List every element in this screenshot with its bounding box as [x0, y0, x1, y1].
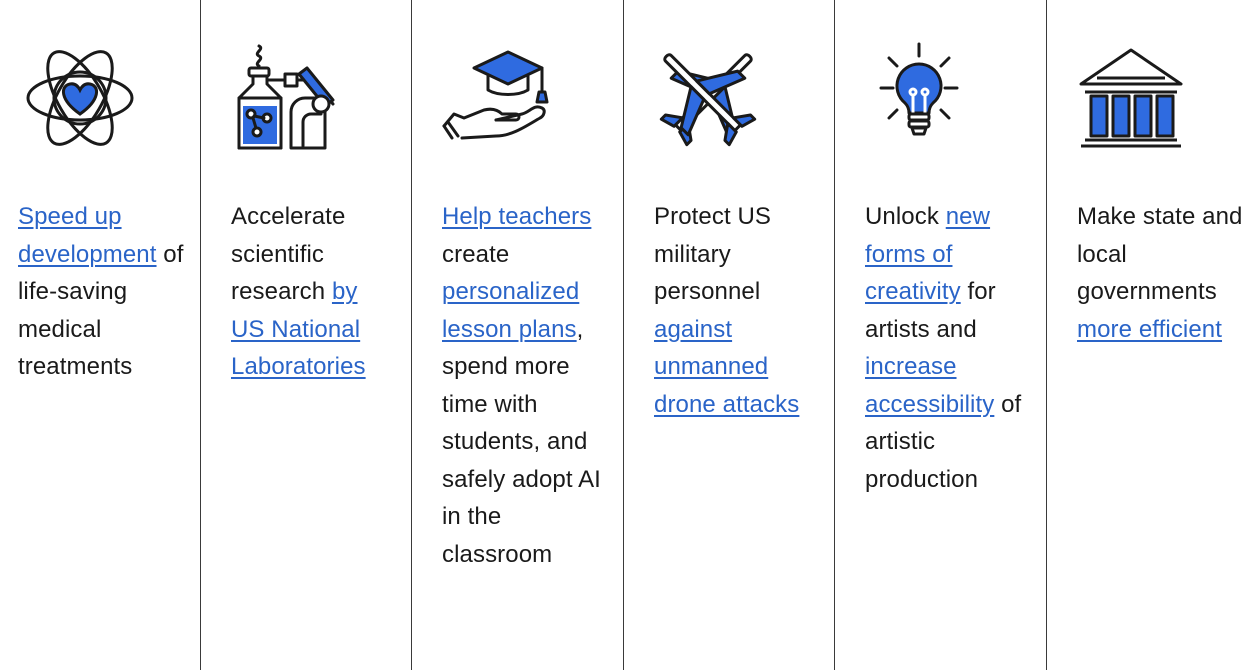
- government-building-icon: [1079, 48, 1183, 148]
- text-segment: Accelerate scientific research: [231, 203, 346, 305]
- use-case-grid: Speed up development of life-saving medi…: [0, 0, 1245, 670]
- use-case-column-research: Accelerate scientific research by US Nat…: [200, 0, 411, 670]
- text-segment: , spend more time with students, and saf…: [442, 315, 601, 568]
- crossed-aircraft-icon: [659, 53, 757, 147]
- atom-heart-icon: [26, 50, 134, 146]
- increase-accessibility-link[interactable]: increase accessibility: [865, 353, 994, 418]
- text-segment: Make state and local governments: [1077, 203, 1243, 305]
- text-segment: create: [442, 240, 510, 268]
- speed-up-development-link[interactable]: Speed up development: [18, 203, 157, 268]
- against-drone-attacks-link[interactable]: against unmanned drone attacks: [654, 316, 799, 418]
- use-case-column-creativity: Unlock new forms of creativity for artis…: [834, 0, 1046, 670]
- use-case-column-education: Help teachers create personalized lesson…: [411, 0, 623, 670]
- personalized-lesson-plans-link[interactable]: personalized lesson plans: [442, 278, 579, 343]
- use-case-column-defense: Protect US military personnel against un…: [623, 0, 834, 670]
- lab-robot-arm-icon: [237, 44, 335, 150]
- use-case-text: Unlock new forms of creativity for artis…: [865, 198, 1025, 498]
- use-case-column-government: Make state and local governments more ef…: [1046, 0, 1245, 670]
- hand-graduation-cap-icon: [442, 50, 549, 140]
- use-case-text: Help teachers create personalized lesson…: [442, 198, 607, 573]
- help-teachers-link[interactable]: Help teachers: [442, 203, 591, 230]
- use-case-text: Speed up development of life-saving medi…: [18, 198, 193, 386]
- use-case-text: Accelerate scientific research by US Nat…: [231, 198, 391, 386]
- text-segment: Unlock: [865, 203, 946, 230]
- lightbulb-icon: [879, 42, 959, 136]
- use-case-column-medical: Speed up development of life-saving medi…: [0, 0, 200, 670]
- more-efficient-link[interactable]: more efficient: [1077, 316, 1222, 343]
- text-segment: Protect US military personnel: [654, 203, 772, 305]
- use-case-text: Protect US military personnel against un…: [654, 198, 814, 423]
- use-case-text: Make state and local governments more ef…: [1077, 198, 1245, 348]
